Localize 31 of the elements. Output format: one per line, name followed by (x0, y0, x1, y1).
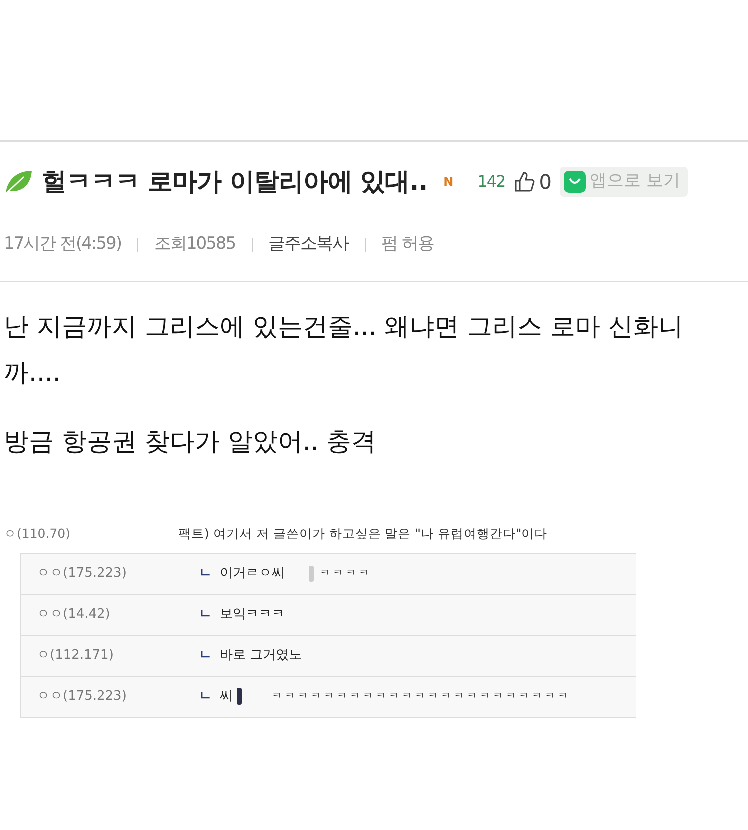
reply-author: ㅇ(112.171) (36, 647, 115, 665)
copy-link[interactable]: 글주소복사 (268, 232, 349, 258)
reply-marker: ㄴ (199, 606, 212, 624)
comment-text: 팩트) 여기서 저 글쓴이가 하고싶은 말은 "나 유럽여행간다"이다 (178, 524, 548, 543)
comment-author: ㅇ(110.70) (4, 524, 70, 543)
reply-author: ㅇㅇ(14.42) (36, 606, 112, 624)
reply-author: ㅇㅇ(175.223) (36, 688, 128, 706)
reply-text: 바로 그거였노 (220, 647, 302, 665)
thumbs-up-icon (513, 171, 536, 193)
reply-text: 이거ㄹㅇ씨 (220, 565, 285, 583)
reply-laugh: ㅋㅋㅋㅋ (320, 567, 372, 582)
reply-laugh: ㅋㅋㅋㅋㅋㅋㅋㅋㅋㅋㅋㅋㅋㅋㅋㅋㅋㅋㅋㅋㅋㅋㅋ (272, 690, 571, 704)
censor-mark (309, 566, 314, 582)
meta-text: 17시간 전(4:59) (4, 232, 122, 256)
reply-text: 보익ㅋㅋㅋ (220, 606, 285, 624)
new-label: N (444, 174, 454, 191)
body-paragraph: 방금 항공권 찾다가 알았어.. 충격 (4, 426, 378, 458)
post-title: 헐ㅋㅋㅋ 로마가 이탈리아에 있대.. (42, 166, 428, 198)
reply-author: ㅇㅇ(175.223) (36, 565, 128, 583)
reply-marker: ㄴ (199, 647, 212, 665)
leaf-icon (4, 169, 34, 195)
like-button[interactable]: 0 (513, 167, 552, 197)
comment-count: 142 (478, 171, 506, 193)
reply-marker: ㄴ (199, 688, 212, 706)
reply-text: 씨 (220, 688, 233, 706)
meta-text: 펌 허용 (382, 232, 434, 256)
reply-marker: ㄴ (199, 565, 212, 583)
body-paragraph: 난 지금까지 그리스에 있는건줄... 왜냐면 그리스 로마 신화니까.... (4, 311, 684, 390)
meta-text: 조회10585 (154, 232, 236, 256)
censor-mark (237, 688, 242, 706)
smile-icon (564, 171, 586, 193)
